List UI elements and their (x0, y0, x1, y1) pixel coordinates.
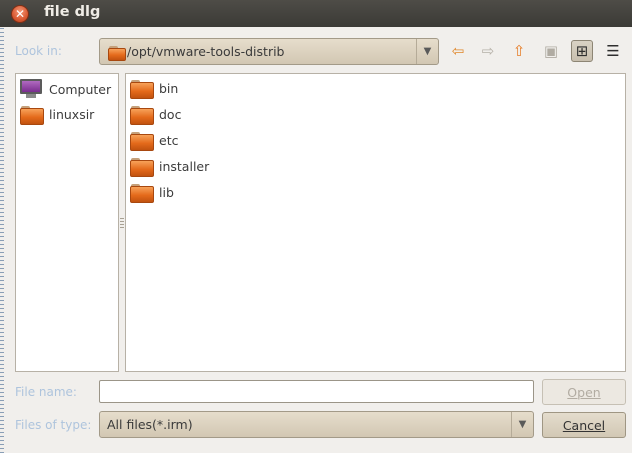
folder-icon (108, 45, 126, 61)
cancel-button[interactable]: Cancel (542, 412, 626, 438)
sidebar-item-linuxsir[interactable]: linuxsir (20, 103, 94, 125)
title-bar: ✕ file dlg (0, 0, 632, 27)
up-arrow-icon[interactable]: ⇧ (508, 40, 530, 62)
list-item[interactable]: etc (130, 129, 178, 151)
list-item[interactable]: installer (130, 155, 209, 177)
open-button-label: Open (567, 384, 601, 400)
list-item[interactable]: bin (130, 77, 178, 99)
look-in-path: /opt/vmware-tools-distrib (127, 44, 285, 59)
file-name-label: File name: (15, 385, 77, 399)
window-edge (0, 0, 4, 453)
folder-icon (130, 131, 154, 151)
file-type-label: Files of type: (15, 418, 92, 432)
folder-icon (130, 183, 154, 203)
folder-icon (130, 157, 154, 177)
chevron-down-icon[interactable]: ▼ (416, 39, 438, 64)
sidebar-item-computer[interactable]: Computer (20, 78, 111, 100)
detail-view-icon[interactable]: ☰ (602, 40, 624, 62)
cancel-button-label: Cancel (562, 417, 606, 433)
open-button[interactable]: Open (542, 379, 626, 405)
file-list: bin doc etc installer lib (125, 73, 626, 372)
sidebar-item-label: linuxsir (49, 106, 95, 122)
look-in-combo[interactable]: /opt/vmware-tools-distrib ▼ (99, 38, 439, 65)
file-item-label: doc (159, 106, 182, 122)
file-type-combo[interactable]: All files(*.irm) ▼ (99, 411, 534, 438)
icon-view-icon[interactable]: ⊞ (571, 40, 593, 62)
folder-icon (20, 105, 44, 125)
list-item[interactable]: doc (130, 103, 181, 125)
new-folder-icon[interactable]: ▣ (540, 40, 562, 62)
sidebar-item-label: Computer (49, 81, 112, 97)
close-icon[interactable]: ✕ (11, 5, 29, 23)
file-name-input[interactable] (99, 380, 534, 403)
back-arrow-icon[interactable]: ⇦ (447, 40, 469, 62)
file-item-label: bin (159, 80, 179, 96)
forward-arrow-icon[interactable]: ⇨ (477, 40, 499, 62)
look-in-label: Look in: (15, 44, 62, 58)
file-item-label: lib (159, 184, 174, 200)
list-item[interactable]: lib (130, 181, 174, 203)
folder-icon (130, 105, 154, 125)
pane-splitter[interactable] (120, 218, 124, 230)
file-item-label: installer (159, 158, 210, 174)
places-sidebar: Computer linuxsir (15, 73, 119, 372)
chevron-down-icon[interactable]: ▼ (511, 412, 533, 437)
file-item-label: etc (159, 132, 179, 148)
window-title: file dlg (44, 4, 101, 20)
folder-icon (130, 79, 154, 99)
computer-icon (20, 79, 42, 99)
file-type-value: All files(*.irm) (107, 417, 193, 432)
